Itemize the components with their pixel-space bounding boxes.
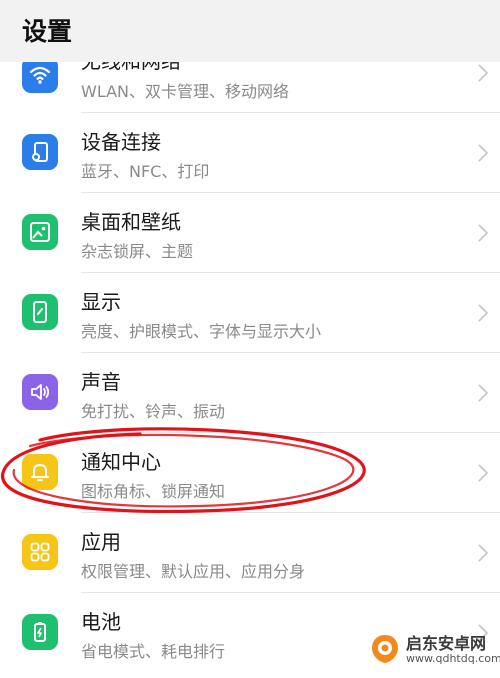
item-subtitle: WLAN、双卡管理、移动网络 <box>81 82 290 101</box>
item-title: 桌面和壁纸 <box>81 210 181 234</box>
chevron-right-icon <box>478 544 489 562</box>
settings-item-display[interactable]: 显示 亮度、护眼模式、字体与显示大小 <box>0 273 500 353</box>
settings-item-apps[interactable]: 应用 权限管理、默认应用、应用分身 <box>0 513 500 593</box>
chevron-right-icon <box>478 384 489 402</box>
battery-icon <box>22 614 58 650</box>
item-subtitle: 免打扰、铃声、振动 <box>81 402 226 421</box>
item-subtitle: 亮度、护眼模式、字体与显示大小 <box>81 322 322 341</box>
watermark-name: 启东安卓网 <box>406 634 487 653</box>
item-title: 通知中心 <box>81 450 161 474</box>
settings-item-sound[interactable]: 声音 免打扰、铃声、振动 <box>0 353 500 433</box>
display-icon <box>22 294 58 330</box>
item-subtitle: 图标角标、锁屏通知 <box>81 482 226 501</box>
watermark-url: www.qdhtdq.com <box>406 652 500 665</box>
chevron-right-icon <box>478 464 489 482</box>
item-title: 应用 <box>81 530 121 554</box>
item-subtitle: 省电模式、耗电排行 <box>81 642 226 661</box>
bell-icon <box>22 454 58 490</box>
wallpaper-icon <box>22 214 58 250</box>
settings-item-wallpaper[interactable]: 桌面和壁纸 杂志锁屏、主题 <box>0 193 500 273</box>
settings-item-notification-center[interactable]: 通知中心 图标角标、锁屏通知 <box>0 433 500 513</box>
device-connection-icon <box>22 134 58 170</box>
item-subtitle: 权限管理、默认应用、应用分身 <box>81 562 306 581</box>
settings-item-device-connection[interactable]: 设备连接 蓝牙、NFC、打印 <box>0 113 500 193</box>
item-subtitle: 杂志锁屏、主题 <box>81 242 194 261</box>
item-title: 设备连接 <box>81 130 161 154</box>
settings-list: 无线和网络 WLAN、双卡管理、移动网络 设备连接 蓝牙、NFC、打印 桌面和壁… <box>0 0 500 678</box>
watermark-logo-icon <box>372 635 398 663</box>
item-title: 电池 <box>81 610 121 634</box>
item-title: 声音 <box>81 370 121 394</box>
chevron-right-icon <box>478 224 489 242</box>
wifi-icon <box>22 57 58 93</box>
page-title: 设置 <box>22 17 73 46</box>
chevron-right-icon <box>478 304 489 322</box>
chevron-right-icon <box>478 64 489 82</box>
sound-icon <box>22 374 58 410</box>
chevron-right-icon <box>478 144 489 162</box>
app-header: 设置 <box>0 0 500 62</box>
apps-icon <box>22 534 58 570</box>
site-watermark: 启东安卓网 www.qdhtdq.com <box>366 628 500 672</box>
item-title: 显示 <box>81 290 121 314</box>
item-subtitle: 蓝牙、NFC、打印 <box>81 162 210 181</box>
